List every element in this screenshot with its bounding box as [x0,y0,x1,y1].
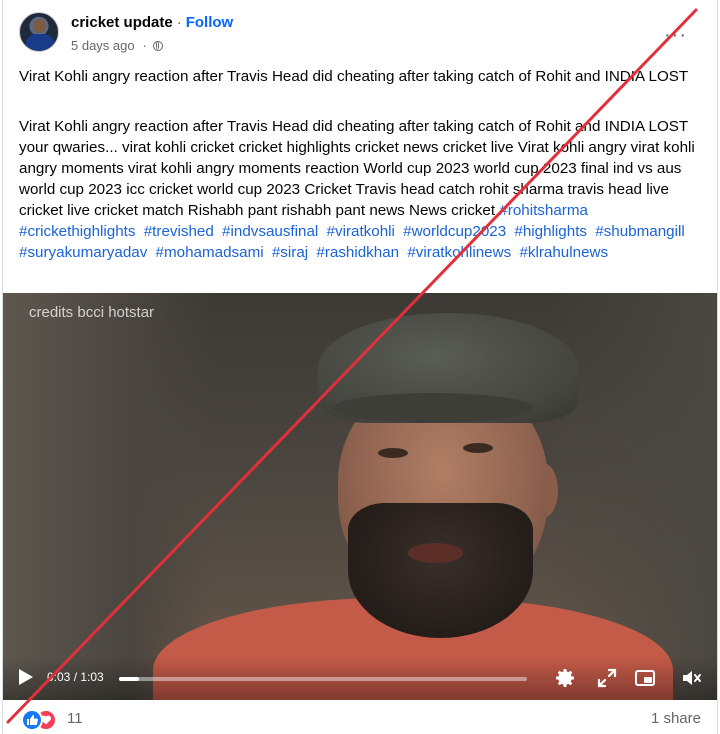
hashtag-link[interactable]: #trevished [144,223,214,240]
hashtag-link[interactable]: #worldcup2023 [403,223,506,240]
post-title: Virat Kohli angry reaction after Travis … [19,68,689,85]
person-eye-left [378,448,408,458]
post-meta: 5 days ago · [71,38,163,53]
hashtag-link[interactable]: #klrahulnews [519,244,608,261]
hashtag-link[interactable]: #indvsausfinal [222,223,318,240]
pip-icon[interactable] [633,666,657,690]
post-header: cricket update · Follow 5 days ago · ··· [19,10,701,60]
gear-icon[interactable] [553,666,577,690]
post-description: Virat Kohli angry reaction after Travis … [19,116,705,263]
name-separator: · [176,14,182,31]
hashtag-link[interactable]: #crickethighlights [19,223,136,240]
page-name[interactable]: cricket update [71,14,173,31]
avatar[interactable] [19,12,59,52]
hashtag-link[interactable]: #rashidkhan [316,244,399,261]
meta-separator: · [142,38,147,53]
hashtag-link[interactable]: #mohamadsami [156,244,264,261]
description-text: Virat Kohli angry reaction after Travis … [19,118,695,219]
play-icon[interactable] [19,669,33,685]
video-controls: 0:03 / 1:03 [3,656,717,700]
globe-icon [152,41,163,51]
more-icon[interactable]: ··· [664,25,687,45]
hashtag-link[interactable]: #suryakumaryadav [19,244,147,261]
person-cap-brim [333,393,533,423]
person-mouth [408,543,463,563]
share-count[interactable]: 1 share [651,710,701,727]
hashtag-link[interactable]: #siraj [272,244,308,261]
hashtag-link[interactable]: #rohitsharma [499,202,588,219]
fullscreen-icon[interactable] [595,666,619,690]
progress-bar[interactable] [119,677,527,681]
post-footer: 11 1 share [3,700,717,734]
facebook-post: cricket update · Follow 5 days ago · ··· Vi… [2,0,718,734]
video-time: 0:03 / 1:03 [47,670,104,684]
progress-fill [119,677,140,681]
reaction-count[interactable]: 11 [67,710,83,727]
video-player[interactable]: credits bcci hotstar 0:03 / 1:03 [3,293,717,700]
video-credits: credits bcci hotstar [29,304,155,321]
follow-button[interactable]: Follow [186,14,234,31]
person-eye-right [463,443,493,453]
avatar-head [33,19,46,33]
post-timestamp[interactable]: 5 days ago [71,38,135,53]
like-icon [21,709,43,731]
hashtag-link[interactable]: #viratkohli [327,223,395,240]
person-beard [348,503,533,638]
mute-icon[interactable] [679,666,703,690]
hashtag-link[interactable]: #shubmangill [595,223,685,240]
avatar-body [26,34,54,51]
hashtag-link[interactable]: #highlights [514,223,587,240]
hashtag-link[interactable]: #viratkohlinews [407,244,511,261]
page-name-row: cricket update · Follow [71,14,233,31]
